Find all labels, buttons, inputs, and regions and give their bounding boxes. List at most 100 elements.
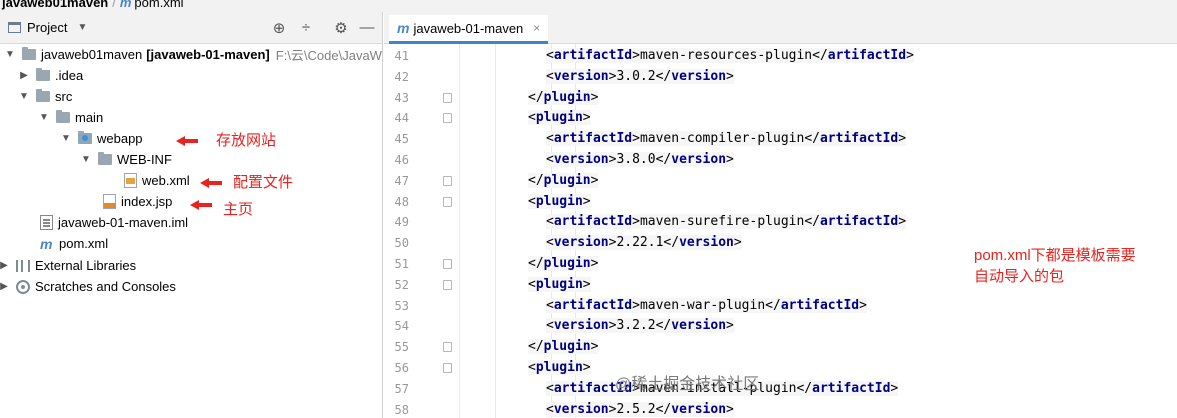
chevron-down-icon[interactable]: ▼ [60,133,72,144]
xml-tag: </version> [655,152,734,167]
tree-item-web-inf[interactable]: ▼ WEB-INF [80,149,172,170]
breadcrumb-file[interactable]: pom.xml [134,0,183,10]
code-line: <artifactId>maven-resources-plugin</arti… [546,46,914,66]
code-line-content: <version>2.22.1</version> [546,235,742,251]
tree-item-iml[interactable]: javaweb-01-maven.iml [40,212,188,233]
line-number: 51 [394,257,409,271]
chevron-down-icon[interactable]: ▼ [80,154,92,165]
breadcrumb-root[interactable]: javaweb01maven [2,0,108,10]
xml-tag: </version> [655,68,734,84]
editor-tab-bar: m javaweb-01-maven × [384,12,1177,44]
code-line-content: <version>3.2.2</version> [546,318,734,334]
chevron-right-icon[interactable]: ▶ [0,281,10,292]
code-line-content: <plugin> [528,360,591,375]
fold-marker-icon[interactable] [443,342,452,353]
crosshair-icon[interactable]: ⊕ [270,19,288,37]
tree-item-idea[interactable]: ▶ .idea [18,65,83,86]
watermark: @稀土掘金技术社区 [615,376,760,393]
code-area[interactable]: <artifactId>maven-resources-plugin</arti… [460,44,1177,418]
gear-icon[interactable]: ⚙ [332,19,350,37]
iml-file-icon [40,215,53,230]
fold-marker-icon[interactable] [443,92,452,103]
tab-label: javaweb-01-maven [413,20,524,36]
line-number: 44 [394,111,409,126]
xml-text: maven-resources-plugin [639,48,813,63]
tree-item-pom-xml[interactable]: m pom.xml [40,233,108,254]
code-line-content: </plugin> [528,172,599,188]
fold-marker-icon[interactable] [443,259,452,269]
code-line: <version>2.5.2</version> [546,400,734,418]
fold-marker-icon[interactable] [443,196,452,207]
tree-item-src[interactable]: ▼ src [18,86,72,107]
code-line: </plugin> [528,337,599,357]
chevron-right-icon[interactable]: ▶ [18,70,30,81]
xml-text: maven-compiler-plugin [639,131,805,147]
red-arrow-icon [176,136,198,146]
maven-icon: m [40,235,53,252]
close-icon[interactable]: × [533,21,540,35]
xml-tag: </plugin> [528,339,599,355]
xml-text: 3.2.2 [616,318,656,334]
chevron-down-icon[interactable]: ▼ [38,112,50,123]
tree-item-label: webapp [97,131,143,146]
code-line-content: </plugin> [528,89,599,105]
xml-tag: </plugin> [528,89,599,105]
chevron-down-icon[interactable]: ▼ [4,49,16,60]
chevron-down-icon[interactable]: ▼ [77,22,87,33]
xml-tag: </version> [655,401,734,417]
minimize-icon[interactable]: — [358,19,376,36]
annotation-pom-note-line2: 自动导入的包 [974,268,1065,285]
line-number: 54 [394,319,409,334]
code-line: <plugin> [528,358,591,378]
tree-item-label: index.jsp [121,194,173,209]
tree-item-external-libraries[interactable]: ▶ External Libraries [0,255,136,276]
folder-icon [98,152,112,165]
tree-item-scratches[interactable]: ▶ Scratches and Consoles [0,276,176,297]
code-line: <plugin> [528,108,591,128]
fold-marker-icon[interactable] [443,175,452,186]
red-arrow-icon [190,200,212,210]
fold-marker-icon[interactable] [443,279,452,290]
xml-tag: <plugin> [528,276,591,292]
code-line: <artifactId>maven-war-plugin</artifactId… [546,296,867,316]
xml-tag: <plugin> [528,360,591,375]
code-line: <plugin> [528,275,591,295]
line-number: 55 [394,340,409,355]
tree-item-label: javaweb01maven [41,47,143,62]
fold-marker-icon[interactable] [443,363,452,373]
code-line: <version>3.2.2</version> [546,316,734,336]
code-line-content: <version>3.8.0</version> [546,152,734,167]
fold-marker-icon[interactable] [443,113,452,124]
code-line: </plugin> [528,88,599,108]
annotation-webapp: 存放网站 [216,132,277,149]
tree-item-main[interactable]: ▼ main [38,107,103,128]
tree-item-project-root[interactable]: ▼ javaweb01maven [javaweb-01-maven] F:\云… [4,44,382,65]
line-number: 46 [394,153,409,167]
tab-pom-xml[interactable]: m javaweb-01-maven × [389,15,549,44]
xml-tag: </artifactId> [796,380,899,396]
annotation-pom-note: pom.xml下都是模板需要 自动导入的包 [974,245,1136,287]
tree-item-label: main [75,110,104,125]
module-name: [javaweb-01-maven] [146,47,270,62]
xml-tag: </artifactId> [804,214,907,230]
project-view-selector[interactable]: Project ▼ [8,20,87,35]
code-line: <plugin> [528,192,591,212]
annotation-web-xml: 配置文件 [233,174,294,191]
code-line-content: <version>2.5.2</version> [546,401,734,417]
tree-item-webapp[interactable]: ▼ webapp [60,128,143,149]
line-number: 57 [394,381,409,396]
xml-tag: <version> [546,152,617,167]
chevron-right-icon[interactable]: ▶ [0,260,10,271]
line-number: 41 [394,49,409,63]
xml-text: 3.0.2 [616,68,656,84]
code-line-content: <artifactId>maven-surefire-plugin</artif… [546,214,907,230]
library-icon [16,259,30,272]
chevron-down-icon[interactable]: ▼ [18,91,30,102]
collapse-icon[interactable]: ÷ [297,19,315,36]
tree-item-label: src [55,89,73,104]
maven-icon: m [119,0,132,10]
xml-text: 3.8.0 [616,152,656,167]
tree-item-index-jsp[interactable]: index.jsp [103,191,172,212]
tree-item-web-xml[interactable]: web.xml [124,170,190,191]
xml-tag: </version> [663,235,742,251]
